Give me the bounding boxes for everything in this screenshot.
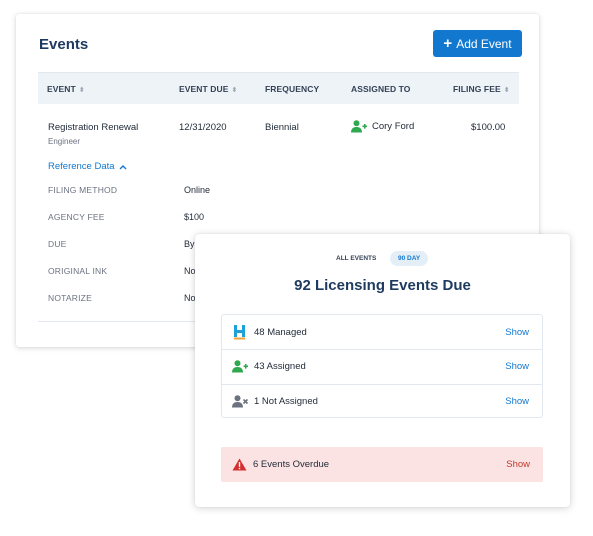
- list-item-managed: 48 Managed Show: [222, 315, 542, 349]
- sort-icon: ⬍: [78, 87, 85, 94]
- event-due-date: 12/31/2020: [179, 122, 227, 133]
- reference-label: DUE: [48, 239, 67, 249]
- column-label: FILING FEE: [453, 84, 501, 94]
- show-not-assigned-link[interactable]: Show: [505, 396, 529, 407]
- assigned-to-cell: Cory Ford: [351, 120, 414, 133]
- reference-value: Online: [184, 185, 211, 195]
- user-plus-icon: [232, 359, 248, 375]
- plus-icon: +: [443, 34, 453, 52]
- reference-label: NOTARIZE: [48, 293, 92, 303]
- column-header-filing-fee[interactable]: FILING FEE ⬍: [453, 84, 510, 94]
- user-x-icon: [232, 394, 248, 410]
- reference-value: $100: [184, 212, 205, 222]
- reference-value: By: [184, 239, 195, 249]
- list-item-assigned: 43 Assigned Show: [222, 349, 542, 383]
- reference-data-toggle[interactable]: Reference Data: [48, 161, 127, 172]
- licensing-title: 92 Licensing Events Due: [294, 277, 471, 294]
- column-label: ASSIGNED TO: [351, 84, 411, 94]
- show-overdue-link[interactable]: Show: [506, 459, 530, 470]
- licensing-events-card: ALL EVENTS 90 DAY 92 Licensing Events Du…: [195, 234, 570, 507]
- column-header-assigned-to: ASSIGNED TO: [351, 84, 411, 94]
- column-header-frequency: FREQUENCY: [265, 84, 319, 94]
- tab-90-day[interactable]: 90 DAY: [390, 251, 429, 266]
- overdue-label: 6 Events Overdue: [253, 459, 330, 470]
- show-assigned-link[interactable]: Show: [505, 361, 529, 372]
- sort-icon: ⬍: [231, 87, 238, 94]
- overdue-alert: 6 Events Overdue Show: [221, 447, 543, 482]
- reference-value: No: [184, 266, 196, 276]
- reference-label: ORIGINAL INK: [48, 266, 108, 276]
- event-subtitle: Engineer: [48, 137, 81, 146]
- chevron-up-icon: [119, 164, 127, 170]
- add-event-label: Add Event: [456, 36, 512, 51]
- tab-all-events[interactable]: ALL EVENTS: [336, 255, 376, 262]
- filing-fee: $100.00: [471, 122, 506, 133]
- column-label: FREQUENCY: [265, 84, 320, 94]
- assignee-name: Cory Ford: [372, 121, 415, 132]
- list-item-not-assigned: 1 Not Assigned Show: [222, 384, 542, 418]
- column-header-event-due[interactable]: EVENT DUE ⬍: [179, 84, 238, 94]
- sort-icon: ⬍: [503, 87, 510, 94]
- list-item-label: 48 Managed: [254, 326, 307, 338]
- column-label: EVENT DUE: [179, 84, 229, 94]
- reference-data-label: Reference Data: [48, 161, 115, 172]
- event-frequency: Biennial: [265, 122, 299, 133]
- reference-label: AGENCY FEE: [48, 212, 105, 222]
- events-title: Events: [39, 36, 89, 53]
- h-logo-icon: [232, 324, 248, 340]
- warning-icon: [231, 457, 247, 473]
- event-name: Registration Renewal: [48, 122, 139, 133]
- add-event-button[interactable]: + Add Event: [433, 30, 522, 57]
- event-summary-list: 48 Managed Show 43 Assigned Show 1 Not A…: [221, 314, 543, 418]
- reference-label: FILING METHOD: [48, 185, 118, 195]
- column-header-event[interactable]: EVENT ⬍: [47, 84, 85, 94]
- list-item-label: 1 Not Assigned: [254, 396, 318, 407]
- list-item-label: 43 Assigned: [254, 361, 306, 372]
- column-label: EVENT: [47, 84, 76, 94]
- events-table-header: EVENT ⬍ EVENT DUE ⬍ FREQUENCY ASSIGNED TO …: [38, 72, 519, 104]
- user-plus-icon: [351, 120, 367, 133]
- reference-value: No: [184, 293, 196, 303]
- show-managed-link[interactable]: Show: [505, 327, 529, 338]
